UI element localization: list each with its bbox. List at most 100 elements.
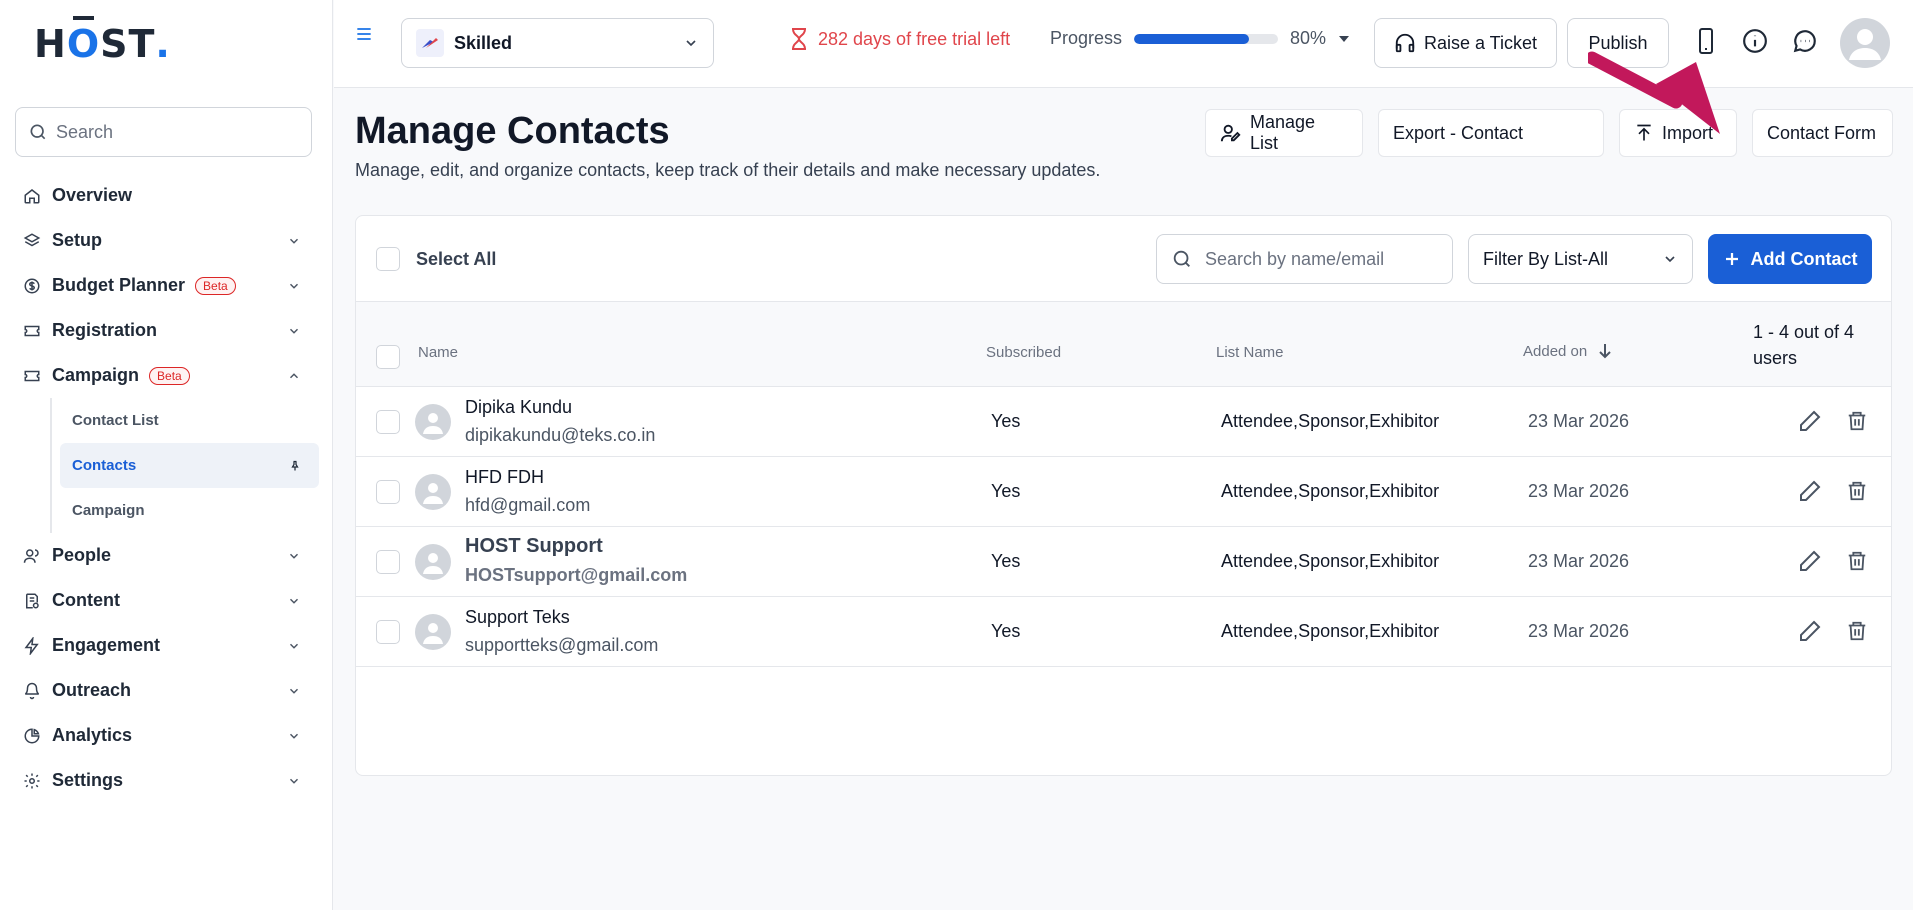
sidebar-subitem-contact-list[interactable]: Contact List <box>52 398 318 443</box>
export-label: Export - Contact <box>1393 122 1524 143</box>
chevron-down-icon <box>287 279 301 293</box>
sidebar-item-label: Settings <box>52 770 124 790</box>
sidebar-item-budget-planner[interactable]: Budget Planner Beta <box>0 263 333 308</box>
sidebar-item-registration[interactable]: Registration <box>0 308 333 353</box>
pie-chart-icon <box>22 726 42 746</box>
beta-badge: Beta <box>195 276 236 295</box>
progress-value: 80% <box>1290 28 1327 48</box>
search-icon <box>28 122 48 142</box>
caret-down-icon <box>1338 34 1350 44</box>
list-filter-dropdown[interactable]: Filter By List-All <box>1468 234 1693 284</box>
sidebar: HOST. Overview Setup Budget Planner Beta… <box>0 0 333 910</box>
sidebar-item-settings[interactable]: Settings <box>0 758 333 803</box>
row-checkbox[interactable] <box>376 410 400 434</box>
progress-indicator[interactable]: Progress 80% <box>1050 28 1350 49</box>
contact-search[interactable] <box>1156 234 1453 284</box>
user-edit-icon <box>1220 122 1242 144</box>
list-name-value: Attendee,Sponsor,Exhibitor <box>1221 621 1440 641</box>
contact-form-button[interactable]: Contact Form <box>1752 109 1893 157</box>
sidebar-item-setup[interactable]: Setup <box>0 218 333 263</box>
trash-icon[interactable] <box>1846 549 1868 573</box>
arrow-down-icon <box>1597 342 1613 360</box>
select-all-checkbox[interactable] <box>376 247 400 271</box>
zap-icon <box>22 636 42 656</box>
trash-icon[interactable] <box>1846 409 1868 433</box>
added-on-value: 23 Mar 2026 <box>1528 411 1630 431</box>
added-on-label: Added on <box>1523 342 1588 360</box>
progress-bar <box>1134 33 1279 44</box>
edit-icon[interactable] <box>1798 619 1822 643</box>
contact-search-input[interactable] <box>1205 248 1435 270</box>
chevron-down-icon <box>287 324 301 338</box>
chat-icon[interactable] <box>1792 28 1818 54</box>
added-on-value: 23 Mar 2026 <box>1528 551 1630 571</box>
avatar <box>415 474 451 510</box>
sidebar-search[interactable] <box>15 107 312 157</box>
edit-icon[interactable] <box>1798 479 1822 503</box>
pin-icon[interactable] <box>289 459 301 473</box>
edit-icon[interactable] <box>1798 549 1822 573</box>
plus-icon <box>1723 250 1741 268</box>
sidebar-item-label: Budget Planner <box>52 275 186 295</box>
subscribed-value: Yes <box>991 551 1021 571</box>
select-all[interactable]: Select All <box>376 247 496 271</box>
edit-icon[interactable] <box>1798 409 1822 433</box>
table-row: HFD FDH hfd@gmail.com Yes Attendee,Spons… <box>356 457 1891 527</box>
gear-icon <box>22 771 42 791</box>
logo-dot: . <box>155 22 171 66</box>
sidebar-search-input[interactable] <box>56 121 286 143</box>
dollar-icon <box>22 276 42 296</box>
sidebar-item-analytics[interactable]: Analytics <box>0 713 333 758</box>
contact-email: HOSTsupport@gmail.com <box>465 565 688 585</box>
subscribed-value: Yes <box>991 481 1021 501</box>
search-icon <box>1171 248 1193 270</box>
content-icon <box>22 591 42 611</box>
table-toolbar: Select All Filter By List-All Add Contac… <box>356 216 1891 302</box>
sidebar-item-outreach[interactable]: Outreach <box>0 668 333 713</box>
subitem-label: Campaign <box>72 502 145 519</box>
trial-status: 282 days of free trial left <box>790 28 1010 50</box>
row-checkbox[interactable] <box>376 620 400 644</box>
export-contact-button[interactable]: Export - Contact <box>1378 109 1604 157</box>
sidebar-item-engagement[interactable]: Engagement <box>0 623 333 668</box>
menu-icon[interactable] <box>354 24 374 44</box>
table-row: HOST Support HOSTsupport@gmail.com Yes A… <box>356 527 1891 597</box>
event-selector[interactable]: Skilled <box>401 18 714 68</box>
row-checkbox[interactable] <box>376 480 400 504</box>
table-header: Name Subscribed List Name Added on 1 - 4… <box>356 302 1891 387</box>
sidebar-item-overview[interactable]: Overview <box>0 173 333 218</box>
host-logo[interactable]: H O ST. <box>34 16 171 66</box>
table-row: Support Teks supportteks@gmail.com Yes A… <box>356 597 1891 667</box>
trash-icon[interactable] <box>1846 479 1868 503</box>
progress-label: Progress <box>1050 28 1123 48</box>
info-icon[interactable] <box>1742 28 1768 54</box>
sidebar-item-label: Campaign <box>52 365 140 385</box>
subscribed-value: Yes <box>991 621 1021 641</box>
sidebar-item-content[interactable]: Content <box>0 578 333 623</box>
select-all-label: Select All <box>416 248 497 269</box>
raise-ticket-button[interactable]: Raise a Ticket <box>1374 18 1557 68</box>
header-checkbox[interactable] <box>376 345 400 369</box>
sidebar-item-label: Outreach <box>52 680 132 700</box>
add-contact-button[interactable]: Add Contact <box>1708 234 1872 284</box>
sidebar-subitem-contacts[interactable]: Contacts <box>60 443 319 488</box>
avatar <box>415 544 451 580</box>
sidebar-item-people[interactable]: People <box>0 533 333 578</box>
bell-icon <box>22 681 42 701</box>
add-contact-label: Add Contact <box>1750 248 1858 269</box>
list-name-value: Attendee,Sponsor,Exhibitor <box>1221 481 1440 501</box>
trash-icon[interactable] <box>1846 619 1868 643</box>
beta-badge: Beta <box>149 366 190 385</box>
sidebar-item-label: Overview <box>52 185 133 205</box>
ticket-icon <box>22 321 42 341</box>
sidebar-nav: Overview Setup Budget Planner Beta Regis… <box>0 173 333 803</box>
column-added-on[interactable]: Added on <box>1523 342 1613 360</box>
user-avatar[interactable] <box>1840 18 1890 68</box>
added-on-value: 23 Mar 2026 <box>1528 481 1630 501</box>
contacts-card: Select All Filter By List-All Add Contac… <box>355 215 1892 776</box>
sidebar-subitem-campaign[interactable]: Campaign <box>52 488 318 533</box>
ticket-icon <box>22 366 42 386</box>
row-checkbox[interactable] <box>376 550 400 574</box>
manage-list-button[interactable]: Manage List <box>1205 109 1363 157</box>
sidebar-item-campaign[interactable]: Campaign Beta <box>0 353 333 398</box>
